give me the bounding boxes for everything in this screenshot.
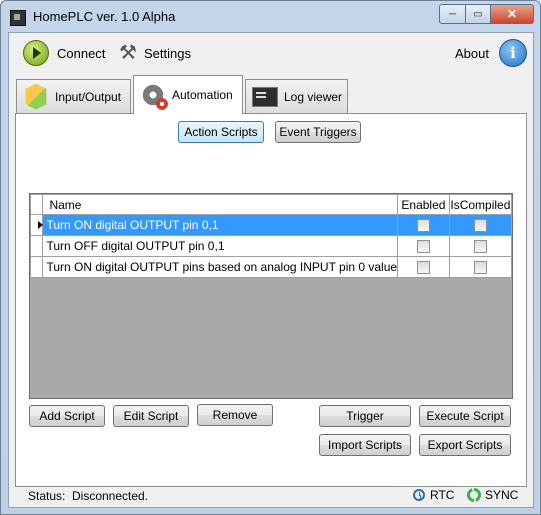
tab-label: Input/Output: [55, 89, 122, 104]
compiled-checkbox[interactable]: [473, 240, 487, 254]
row-selector[interactable]: [29, 256, 44, 278]
info-icon: i: [498, 39, 527, 67]
compiled-cell[interactable]: [448, 214, 513, 236]
maximize-button[interactable]: ▭: [466, 4, 491, 24]
enabled-checkbox[interactable]: [416, 219, 430, 233]
title-bar[interactable]: HomePLC ver. 1.0 Alpha ─ ▭ ✕: [1, 1, 540, 31]
client-area: Connect ⚒ Settings About i Input/Output …: [8, 32, 534, 508]
status-label: Status:: [28, 489, 66, 503]
trigger-button[interactable]: Trigger: [319, 405, 411, 427]
connect-label: Connect: [57, 45, 106, 61]
row-selector[interactable]: [29, 235, 44, 257]
remove-button[interactable]: Remove: [197, 404, 273, 426]
import-scripts-button[interactable]: Import Scripts: [319, 434, 411, 456]
sync-indicator: SYNC: [467, 488, 518, 502]
gears-icon: [140, 82, 168, 110]
about-label: About: [455, 45, 489, 61]
rtc-indicator: RTC: [413, 488, 454, 502]
close-icon: ✕: [506, 7, 518, 21]
column-name[interactable]: Name: [42, 194, 399, 215]
enabled-checkbox[interactable]: [416, 261, 430, 275]
settings-button[interactable]: ⚒ Settings: [116, 40, 191, 66]
enabled-cell[interactable]: [397, 214, 450, 236]
toolbar: Connect ⚒ Settings About i: [9, 33, 533, 73]
minimize-icon: ─: [448, 8, 457, 20]
export-scripts-button[interactable]: Export Scripts: [419, 434, 511, 456]
row-header-corner: [29, 194, 44, 215]
compiled-checkbox[interactable]: [473, 261, 487, 275]
table-header: Name Enabled IsCompiled: [29, 194, 513, 215]
tab-log-viewer[interactable]: Log viewer: [245, 79, 348, 113]
tab-input-output[interactable]: Input/Output: [16, 79, 131, 113]
table-row[interactable]: Turn OFF digital OUTPUT pin 0,1: [29, 235, 513, 257]
enabled-cell[interactable]: [397, 256, 450, 278]
event-triggers-tab[interactable]: Event Triggers: [275, 121, 361, 143]
tab-label: Log viewer: [284, 89, 343, 104]
about-button[interactable]: About i: [455, 39, 527, 67]
script-name[interactable]: Turn ON digital OUTPUT pin 0,1: [42, 214, 399, 236]
action-scripts-tab[interactable]: Action Scripts: [178, 121, 264, 143]
clock-icon: [413, 489, 425, 501]
script-name[interactable]: Turn ON digital OUTPUT pins based on ana…: [42, 256, 399, 278]
enabled-cell[interactable]: [397, 235, 450, 257]
column-iscompiled[interactable]: IsCompiled: [448, 194, 513, 215]
script-name[interactable]: Turn OFF digital OUTPUT pin 0,1: [42, 235, 399, 257]
table-row[interactable]: Turn ON digital OUTPUT pin 0,1: [29, 214, 513, 236]
status-value: Disconnected.: [72, 489, 149, 503]
settings-label: Settings: [144, 45, 191, 61]
scripts-table: Name Enabled IsCompiled Turn ON digital …: [29, 194, 513, 278]
add-script-button[interactable]: Add Script: [29, 405, 105, 427]
table-row[interactable]: Turn ON digital OUTPUT pins based on ana…: [29, 256, 513, 278]
row-selector-arrow-icon[interactable]: [29, 214, 44, 236]
automation-panel: Action Scripts Event Triggers Name Enabl…: [15, 113, 527, 487]
sync-icon: [467, 488, 481, 502]
edit-script-button[interactable]: Edit Script: [113, 405, 189, 427]
input-output-icon: [25, 83, 47, 110]
console-icon: [252, 86, 278, 107]
tools-icon: ⚒: [119, 42, 137, 64]
caption-buttons: ─ ▭ ✕: [439, 4, 534, 24]
main-tabs: Input/Output Automation Log viewer: [9, 75, 533, 114]
maximize-icon: ▭: [473, 8, 483, 20]
compiled-cell[interactable]: [448, 235, 513, 257]
tab-automation[interactable]: Automation: [133, 75, 243, 114]
close-button[interactable]: ✕: [491, 4, 534, 24]
tab-label: Automation: [172, 88, 233, 102]
app-chip-icon: [10, 10, 26, 26]
enabled-checkbox[interactable]: [416, 240, 430, 254]
column-enabled[interactable]: Enabled: [397, 194, 450, 215]
rtc-label: RTC: [430, 488, 455, 502]
app-window: HomePLC ver. 1.0 Alpha ─ ▭ ✕ Connect ⚒ S…: [0, 0, 541, 515]
compiled-checkbox[interactable]: [473, 219, 487, 233]
scripts-grid[interactable]: Name Enabled IsCompiled Turn ON digital …: [29, 193, 513, 399]
play-icon: [23, 40, 49, 66]
execute-script-button[interactable]: Execute Script: [419, 405, 511, 427]
sync-label: SYNC: [485, 488, 519, 502]
window-title: HomePLC ver. 1.0 Alpha: [33, 9, 176, 24]
status-bar: Status: Disconnected. RTC SYNC: [9, 485, 533, 507]
compiled-cell[interactable]: [448, 256, 513, 278]
connect-button[interactable]: Connect: [23, 40, 105, 66]
minimize-button[interactable]: ─: [439, 4, 466, 24]
